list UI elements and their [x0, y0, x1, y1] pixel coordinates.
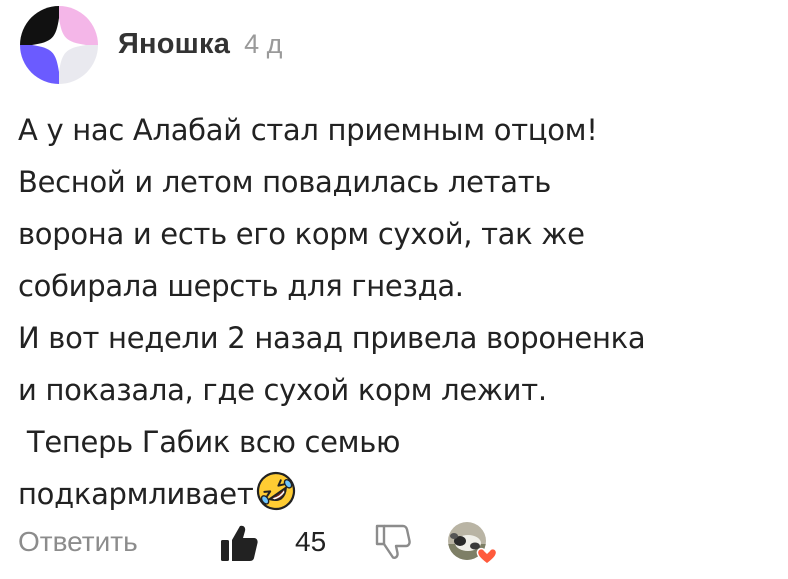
- comment-header: Яношка 4 д: [118, 28, 282, 68]
- thumbs-up-icon: [221, 525, 258, 561]
- comment-line: А у нас Алабай стал приемным отцом!: [18, 113, 598, 147]
- comment-line: Теперь Габик всю семью: [18, 425, 401, 459]
- comment-line: собирала шерсть для гнезда.: [18, 269, 464, 303]
- comment-line: Весной и летом повадилась летать: [18, 165, 552, 199]
- liker-avatar[interactable]: [446, 520, 498, 566]
- comment-line: ворона и есть его корм сухой, так же: [18, 217, 585, 251]
- like-button[interactable]: [218, 522, 260, 564]
- dislike-button[interactable]: [372, 520, 412, 562]
- comment-line: И вот недели 2 назад привела вороненка: [18, 321, 646, 355]
- user-avatar[interactable]: [20, 6, 98, 84]
- comment-body: А у нас Алабай стал приемным отцом! Весн…: [18, 104, 783, 520]
- comment-line: и показала, где сухой корм лежит.: [18, 373, 547, 407]
- comment: Яношка 4 д А у нас Алабай стал приемным …: [0, 0, 788, 579]
- comment-line: подкармливает: [18, 477, 254, 511]
- rolling-on-floor-laughing-emoji-icon: [255, 470, 297, 512]
- comment-actions: Ответить 45: [0, 516, 788, 572]
- heart-icon: [476, 547, 498, 565]
- thumbs-down-icon: [375, 524, 411, 559]
- comment-timestamp: 4 д: [244, 29, 283, 59]
- author-name[interactable]: Яношка: [118, 28, 230, 61]
- reply-button[interactable]: Ответить: [18, 526, 138, 558]
- dog-photo-avatar-icon: [448, 522, 498, 565]
- avatar-logo-icon: [20, 6, 98, 84]
- comment-last-line: подкармливает: [18, 468, 783, 520]
- like-count: 45: [295, 526, 327, 557]
